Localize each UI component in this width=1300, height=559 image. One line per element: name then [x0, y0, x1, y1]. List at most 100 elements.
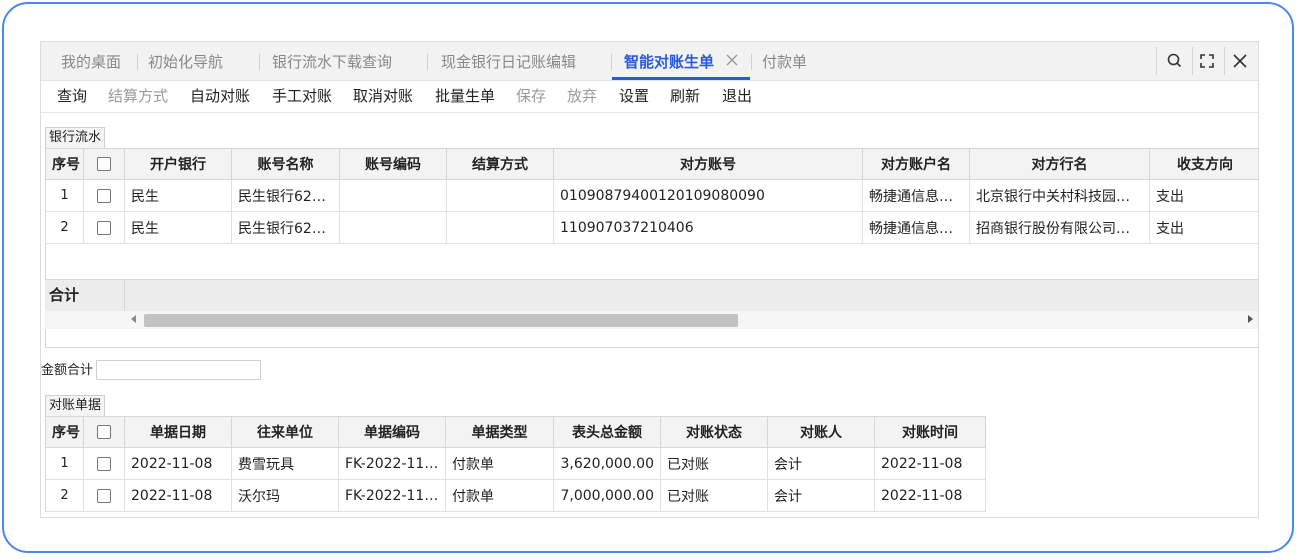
recon-docs-table: 序号 单据日期 往来单位 单据编码 单据类型 表头总金额 对账状态 对账人 对账…	[45, 416, 986, 512]
cell-counterparty-bank[interactable]: 北京银行中关村科技园…	[969, 179, 1150, 212]
column-header[interactable]: 序号	[45, 416, 84, 448]
row-index: 1	[45, 179, 84, 212]
column-header-select-all[interactable]	[83, 416, 125, 448]
cell-doc-type[interactable]: 付款单	[445, 479, 554, 512]
cell-doc-date[interactable]: 2022-11-08	[124, 479, 232, 512]
cell-account-code[interactable]	[339, 211, 447, 244]
select-all-checkbox[interactable]	[97, 425, 111, 439]
row-select[interactable]	[83, 479, 125, 512]
tab-my-desktop[interactable]: 我的桌面	[61, 42, 121, 80]
cell-doc-type[interactable]: 付款单	[445, 447, 554, 480]
amount-total-field[interactable]	[96, 360, 261, 380]
bank-flow-group-tab[interactable]: 银行流水	[45, 127, 106, 148]
table-row[interactable]: 1 民生 民生银行62… 0109087940012010908009​0 畅捷…	[45, 179, 1258, 212]
cell-total-amount[interactable]: 3,620,000.00	[553, 447, 661, 480]
column-header[interactable]: 开户银行	[124, 148, 232, 180]
cell-account-name[interactable]: 民生银行62…	[231, 179, 340, 212]
column-header[interactable]: 对方行名	[969, 148, 1150, 180]
cell-bank[interactable]: 民生	[124, 179, 232, 212]
row-select[interactable]	[83, 447, 125, 480]
tab-init-nav[interactable]: 初始化导航	[148, 42, 223, 80]
search-icon[interactable]	[1165, 51, 1185, 71]
tab-separator	[611, 54, 612, 70]
table-row[interactable]: 2 民生 民生银行62… 110907037210406 畅捷通信息… 招商银行…	[45, 211, 1258, 244]
cell-account-name[interactable]: 民生银行62…	[231, 211, 340, 244]
cell-counterparty-name[interactable]: 畅捷通信息…	[862, 179, 970, 212]
row-select[interactable]	[83, 179, 125, 212]
table-row[interactable]: 2 2022-11-08 沃尔玛 FK-2022-11-… 付款单 7,000,…	[45, 479, 986, 512]
cell-partner[interactable]: 沃尔玛	[231, 479, 339, 512]
tab-cash-journal[interactable]: 现金银行日记账编辑	[441, 42, 576, 80]
cell-doc-code[interactable]: FK-2022-11-…	[338, 447, 446, 480]
cell-doc-code[interactable]: FK-2022-11-…	[338, 479, 446, 512]
auto-recon-button[interactable]: 自动对账	[190, 81, 250, 113]
cell-counterparty-account[interactable]: 110907037210406	[553, 211, 863, 244]
cell-recon-time[interactable]: 2022-11-08	[874, 447, 986, 480]
scroll-right-icon[interactable]	[1248, 315, 1253, 323]
cell-recon-status[interactable]: 已对账	[660, 479, 768, 512]
cell-partner[interactable]: 费雪玩具	[231, 447, 339, 480]
cell-direction[interactable]: 支出	[1149, 211, 1258, 244]
cell-direction[interactable]: 支出	[1149, 179, 1258, 212]
query-button[interactable]: 查询	[57, 81, 87, 113]
horizontal-scrollbar[interactable]	[45, 311, 1258, 329]
cell-settlement[interactable]	[446, 179, 554, 212]
column-header[interactable]: 对账时间	[874, 416, 986, 448]
column-header[interactable]: 单据类型	[445, 416, 554, 448]
column-header[interactable]: 对方账户名	[862, 148, 970, 180]
column-header[interactable]: 单据编码	[338, 416, 446, 448]
cell-settlement[interactable]	[446, 211, 554, 244]
column-header[interactable]: 往来单位	[231, 416, 339, 448]
expand-icon[interactable]	[1197, 51, 1217, 71]
row-checkbox[interactable]	[97, 488, 111, 503]
column-header[interactable]: 单据日期	[124, 416, 232, 448]
cell-total-amount[interactable]: 7,000,000.00	[553, 479, 661, 512]
cancel-recon-button[interactable]: 取消对账	[353, 81, 413, 113]
discard-button[interactable]: 放弃	[567, 81, 597, 113]
close-icon[interactable]	[1230, 51, 1250, 71]
tab-bank-flow-query[interactable]: 银行流水下载查询	[272, 42, 392, 80]
tab-smart-recon[interactable]: 智能对账生单	[624, 42, 714, 80]
tab-payment[interactable]: 付款单	[762, 42, 807, 80]
row-checkbox[interactable]	[97, 220, 111, 235]
exit-button[interactable]: 退出	[722, 81, 752, 113]
column-header[interactable]: 收支方向	[1149, 148, 1258, 180]
cell-counterparty-name[interactable]: 畅捷通信息…	[862, 211, 970, 244]
cell-recon-status[interactable]: 已对账	[660, 447, 768, 480]
settings-button[interactable]: 设置	[619, 81, 649, 113]
table-row[interactable]: 1 2022-11-08 费雪玩具 FK-2022-11-… 付款单 3,620…	[45, 447, 986, 480]
cell-reconciler[interactable]: 会计	[767, 447, 875, 480]
column-header[interactable]: 表头总金额	[553, 416, 661, 448]
column-header[interactable]: 对账状态	[660, 416, 768, 448]
cell-recon-time[interactable]: 2022-11-08	[874, 479, 986, 512]
manual-recon-button[interactable]: 手工对账	[272, 81, 332, 113]
amount-total-label: 金额合计	[41, 363, 94, 378]
refresh-button[interactable]: 刷新	[670, 81, 700, 113]
column-header[interactable]: 账号编码	[339, 148, 447, 180]
row-select[interactable]	[83, 211, 125, 244]
column-header[interactable]: 对方账号	[553, 148, 863, 180]
column-header[interactable]: 结算方式	[446, 148, 554, 180]
cell-counterparty-account[interactable]: 0109087940012010908009​0	[553, 179, 863, 212]
cell-bank[interactable]: 民生	[124, 211, 232, 244]
close-icon[interactable]	[725, 53, 739, 67]
window-control-separator	[1156, 47, 1157, 75]
scroll-left-icon[interactable]	[131, 315, 136, 323]
column-header-select-all[interactable]	[83, 148, 125, 180]
cell-doc-date[interactable]: 2022-11-08	[124, 447, 232, 480]
recon-docs-group-tab[interactable]: 对账单据	[45, 395, 106, 416]
batch-generate-button[interactable]: 批量生单	[435, 81, 495, 113]
row-checkbox[interactable]	[97, 456, 111, 471]
save-button[interactable]: 保存	[516, 81, 546, 113]
cell-reconciler[interactable]: 会计	[767, 479, 875, 512]
scrollbar-thumb[interactable]	[144, 314, 738, 327]
table-header-row: 序号 单据日期 往来单位 单据编码 单据类型 表头总金额 对账状态 对账人 对账…	[45, 416, 986, 448]
row-checkbox[interactable]	[97, 188, 111, 203]
cell-account-code[interactable]	[339, 179, 447, 212]
settlement-method-button[interactable]: 结算方式	[108, 81, 168, 113]
column-header[interactable]: 序号	[45, 148, 84, 180]
select-all-checkbox[interactable]	[97, 157, 111, 171]
column-header[interactable]: 账号名称	[231, 148, 340, 180]
cell-counterparty-bank[interactable]: 招商银行股份有限公司…	[969, 211, 1150, 244]
column-header[interactable]: 对账人	[767, 416, 875, 448]
